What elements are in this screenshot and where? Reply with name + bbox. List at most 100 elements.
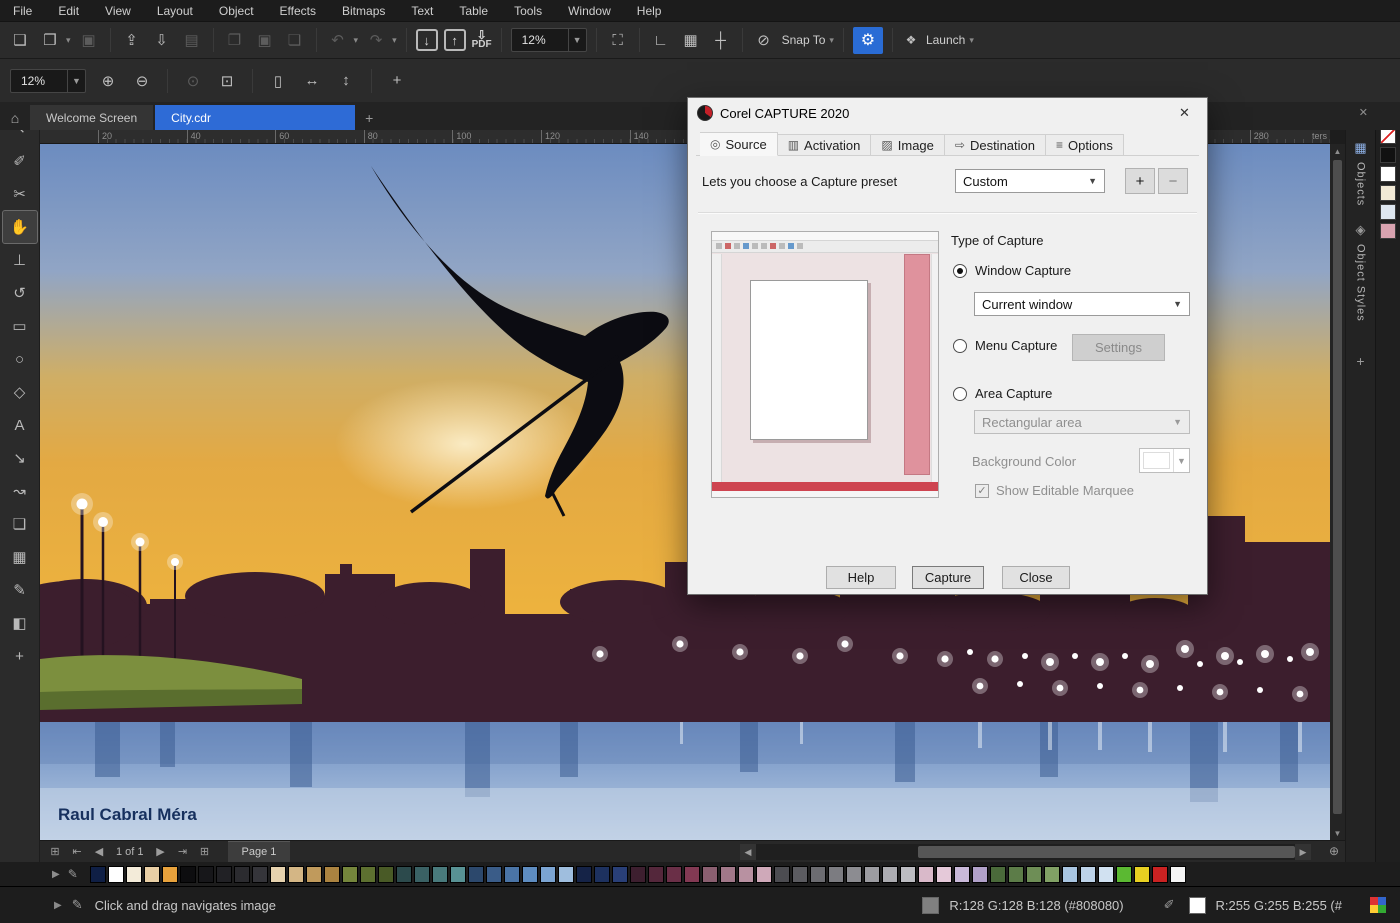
- color-swatch[interactable]: [936, 866, 952, 883]
- menu-capture-radio[interactable]: [953, 339, 967, 353]
- color-swatch[interactable]: [1380, 185, 1396, 201]
- horizontal-scrollbar[interactable]: ◀ ▶: [740, 844, 1311, 860]
- color-swatch[interactable]: [576, 866, 592, 883]
- docker-tab-object-styles[interactable]: ◈ Object Styles: [1346, 214, 1375, 330]
- area-capture-combo[interactable]: Rectangular area ▼: [974, 410, 1190, 434]
- color-swatch[interactable]: [882, 866, 898, 883]
- color-swatch[interactable]: [720, 866, 736, 883]
- export-icon[interactable]: ↑: [444, 29, 466, 51]
- open-document-icon[interactable]: ❒: [38, 28, 62, 52]
- color-swatch[interactable]: [234, 866, 250, 883]
- zoom-in-icon[interactable]: ⊕: [96, 69, 120, 93]
- color-swatch[interactable]: [468, 866, 484, 883]
- color-swatch[interactable]: [432, 866, 448, 883]
- show-guidelines-icon[interactable]: ┼: [709, 28, 733, 52]
- color-swatch[interactable]: [1170, 866, 1186, 883]
- color-swatch[interactable]: [216, 866, 232, 883]
- color-swatch[interactable]: [1380, 147, 1396, 163]
- color-swatch[interactable]: [900, 866, 916, 883]
- color-swatch[interactable]: [846, 866, 862, 883]
- dialog-tab[interactable]: ⇨ Destination: [945, 134, 1046, 156]
- color-swatch[interactable]: [972, 866, 988, 883]
- redo-icon[interactable]: ↷: [364, 28, 388, 52]
- color-swatch[interactable]: [270, 866, 286, 883]
- scroll-up-icon[interactable]: ▲: [1330, 144, 1345, 158]
- scroll-right-icon[interactable]: ▶: [1295, 844, 1311, 860]
- color-swatch[interactable]: [450, 866, 466, 883]
- remove-preset-button[interactable]: −: [1158, 168, 1188, 194]
- snap-to-dropdown-icon[interactable]: ▾: [829, 35, 834, 46]
- zoom-out-icon[interactable]: ⊖: [130, 69, 154, 93]
- color-swatch[interactable]: [378, 866, 394, 883]
- menu-item[interactable]: Window: [555, 0, 624, 22]
- color-swatch[interactable]: [954, 866, 970, 883]
- add-tool-button[interactable]: +: [3, 640, 37, 672]
- color-swatch[interactable]: [558, 866, 574, 883]
- curve-tool[interactable]: ↺: [3, 277, 37, 309]
- zoom-to-selected-icon[interactable]: ⊙: [181, 69, 205, 93]
- color-swatch[interactable]: [162, 866, 178, 883]
- close-docker-icon[interactable]: ✕: [1359, 106, 1368, 119]
- shape-tool[interactable]: ✐: [3, 145, 37, 177]
- redo-dropdown-icon[interactable]: ▾: [392, 35, 397, 46]
- dialog-tab[interactable]: ◎ Source: [700, 132, 778, 156]
- options-gear-button[interactable]: ⚙: [853, 27, 883, 54]
- launch-dropdown-icon[interactable]: ▾: [969, 35, 974, 46]
- vertical-scrollbar[interactable]: ▲ ▼: [1330, 144, 1345, 840]
- menu-item[interactable]: Edit: [45, 0, 92, 22]
- copy-icon[interactable]: ❐: [223, 28, 247, 52]
- ellipse-tool[interactable]: ○: [3, 343, 37, 375]
- color-swatch[interactable]: [1380, 204, 1396, 220]
- color-swatch[interactable]: [126, 866, 142, 883]
- navigator-zoom-icon[interactable]: ⊕: [1329, 844, 1339, 858]
- color-swatch[interactable]: [1116, 866, 1132, 883]
- save-icon[interactable]: ▣: [77, 28, 101, 52]
- show-grid-icon[interactable]: ▦: [679, 28, 703, 52]
- dialog-title-bar[interactable]: Corel CAPTURE 2020: [688, 98, 1207, 128]
- palette-scroll-left-icon[interactable]: ▶: [52, 869, 60, 880]
- zoom-to-height-icon[interactable]: ↕: [334, 69, 358, 93]
- interactive-fill-tool[interactable]: ◧: [3, 607, 37, 639]
- next-page-icon[interactable]: ▶: [152, 845, 170, 858]
- show-rulers-icon[interactable]: ∟: [649, 28, 673, 52]
- menu-item[interactable]: Effects: [267, 0, 329, 22]
- color-swatch[interactable]: [540, 866, 556, 883]
- menu-item[interactable]: Layout: [144, 0, 206, 22]
- menu-item[interactable]: Table: [446, 0, 501, 22]
- color-swatch[interactable]: [684, 866, 700, 883]
- page-tab[interactable]: Page 1: [228, 841, 291, 863]
- preset-combo[interactable]: Custom ▼: [955, 169, 1105, 193]
- menu-item[interactable]: View: [92, 0, 144, 22]
- color-swatch[interactable]: [756, 866, 772, 883]
- color-swatch[interactable]: [144, 866, 160, 883]
- color-swatch[interactable]: [1152, 866, 1168, 883]
- color-swatch[interactable]: [828, 866, 844, 883]
- dialog-tab[interactable]: ▨ Image: [871, 134, 944, 156]
- color-swatch[interactable]: [90, 866, 106, 883]
- color-swatch[interactable]: [612, 866, 628, 883]
- scroll-down-icon[interactable]: ▼: [1330, 826, 1345, 840]
- color-swatch[interactable]: [288, 866, 304, 883]
- add-page-after-icon[interactable]: ⊞: [196, 845, 214, 858]
- color-swatch[interactable]: [522, 866, 538, 883]
- measure-tool[interactable]: ⊥: [3, 244, 37, 276]
- capture-button[interactable]: Capture: [912, 566, 984, 589]
- customize-toolbar-icon[interactable]: +: [385, 69, 409, 93]
- undo-icon[interactable]: ↶: [326, 28, 350, 52]
- document-palette-icon[interactable]: [1370, 897, 1386, 913]
- color-swatch[interactable]: [990, 866, 1006, 883]
- color-swatch[interactable]: [594, 866, 610, 883]
- menu-item[interactable]: File: [0, 0, 45, 22]
- polygon-tool[interactable]: ◇: [3, 376, 37, 408]
- menu-item[interactable]: Tools: [501, 0, 555, 22]
- zoom-to-page-icon[interactable]: ▯: [266, 69, 290, 93]
- shadow-tool[interactable]: ❏: [3, 508, 37, 540]
- snap-off-icon[interactable]: ⊘: [752, 28, 776, 52]
- paste-icon[interactable]: ▣: [253, 28, 277, 52]
- zoom-combo2-dropdown-icon[interactable]: ▼: [67, 70, 85, 92]
- menu-item[interactable]: Help: [624, 0, 675, 22]
- marquee-checkbox[interactable]: ✓: [975, 484, 989, 498]
- fullscreen-preview-icon[interactable]: ⛶: [606, 28, 630, 52]
- color-swatch[interactable]: [1134, 866, 1150, 883]
- zoom-level-combo-2[interactable]: 12% ▼: [10, 69, 86, 93]
